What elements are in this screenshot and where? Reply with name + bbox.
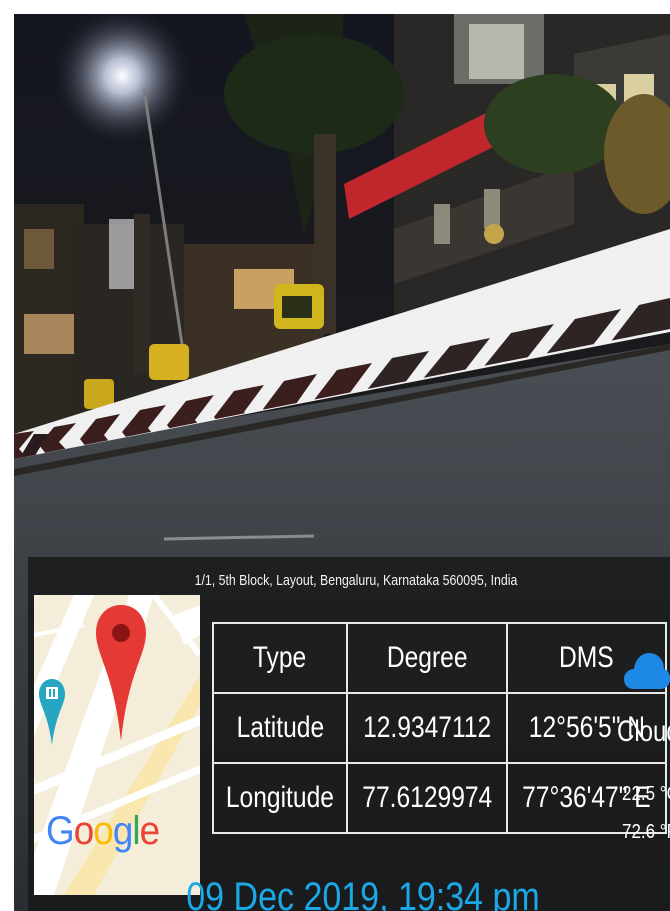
longitude-label: Longitude — [212, 762, 348, 834]
table-header-row: Type Degree DMS — [212, 622, 668, 694]
map-pin-icon — [96, 605, 146, 741]
address-text: 1/1, 5th Block, Layout, Bengaluru, Karna… — [194, 573, 518, 589]
temperature-celsius: 22.5 °C — [622, 783, 670, 805]
weather-label: Clouds — [617, 715, 670, 748]
street-photo: 1/1, 5th Block, Layout, Bengaluru, Karna… — [14, 14, 670, 911]
timestamp: 09 Dec 2019, 19:34 pm — [186, 875, 540, 911]
photo-frame: 1/1, 5th Block, Layout, Bengaluru, Karna… — [0, 0, 670, 911]
latitude-degree: 12.9347112 — [345, 692, 509, 764]
header-degree: Degree — [345, 622, 509, 694]
place-marker-icon — [39, 679, 65, 745]
coordinates-table: Type Degree DMS Latitude 12.9347112 12°5… — [212, 622, 668, 834]
geotag-overlay: 1/1, 5th Block, Layout, Bengaluru, Karna… — [28, 557, 670, 911]
map-thumbnail: Google — [34, 595, 200, 895]
latitude-label: Latitude — [212, 692, 348, 764]
table-row: Latitude 12.9347112 12°56'5" N — [212, 692, 668, 764]
google-logo: Google — [46, 809, 160, 853]
table-row: Longitude 77.6129974 77°36'47" E — [212, 762, 668, 834]
header-type: Type — [212, 622, 348, 694]
cloud-icon — [624, 653, 670, 689]
longitude-degree: 77.6129974 — [345, 762, 509, 834]
temperature-fahrenheit: 72.6 °F — [622, 821, 670, 843]
